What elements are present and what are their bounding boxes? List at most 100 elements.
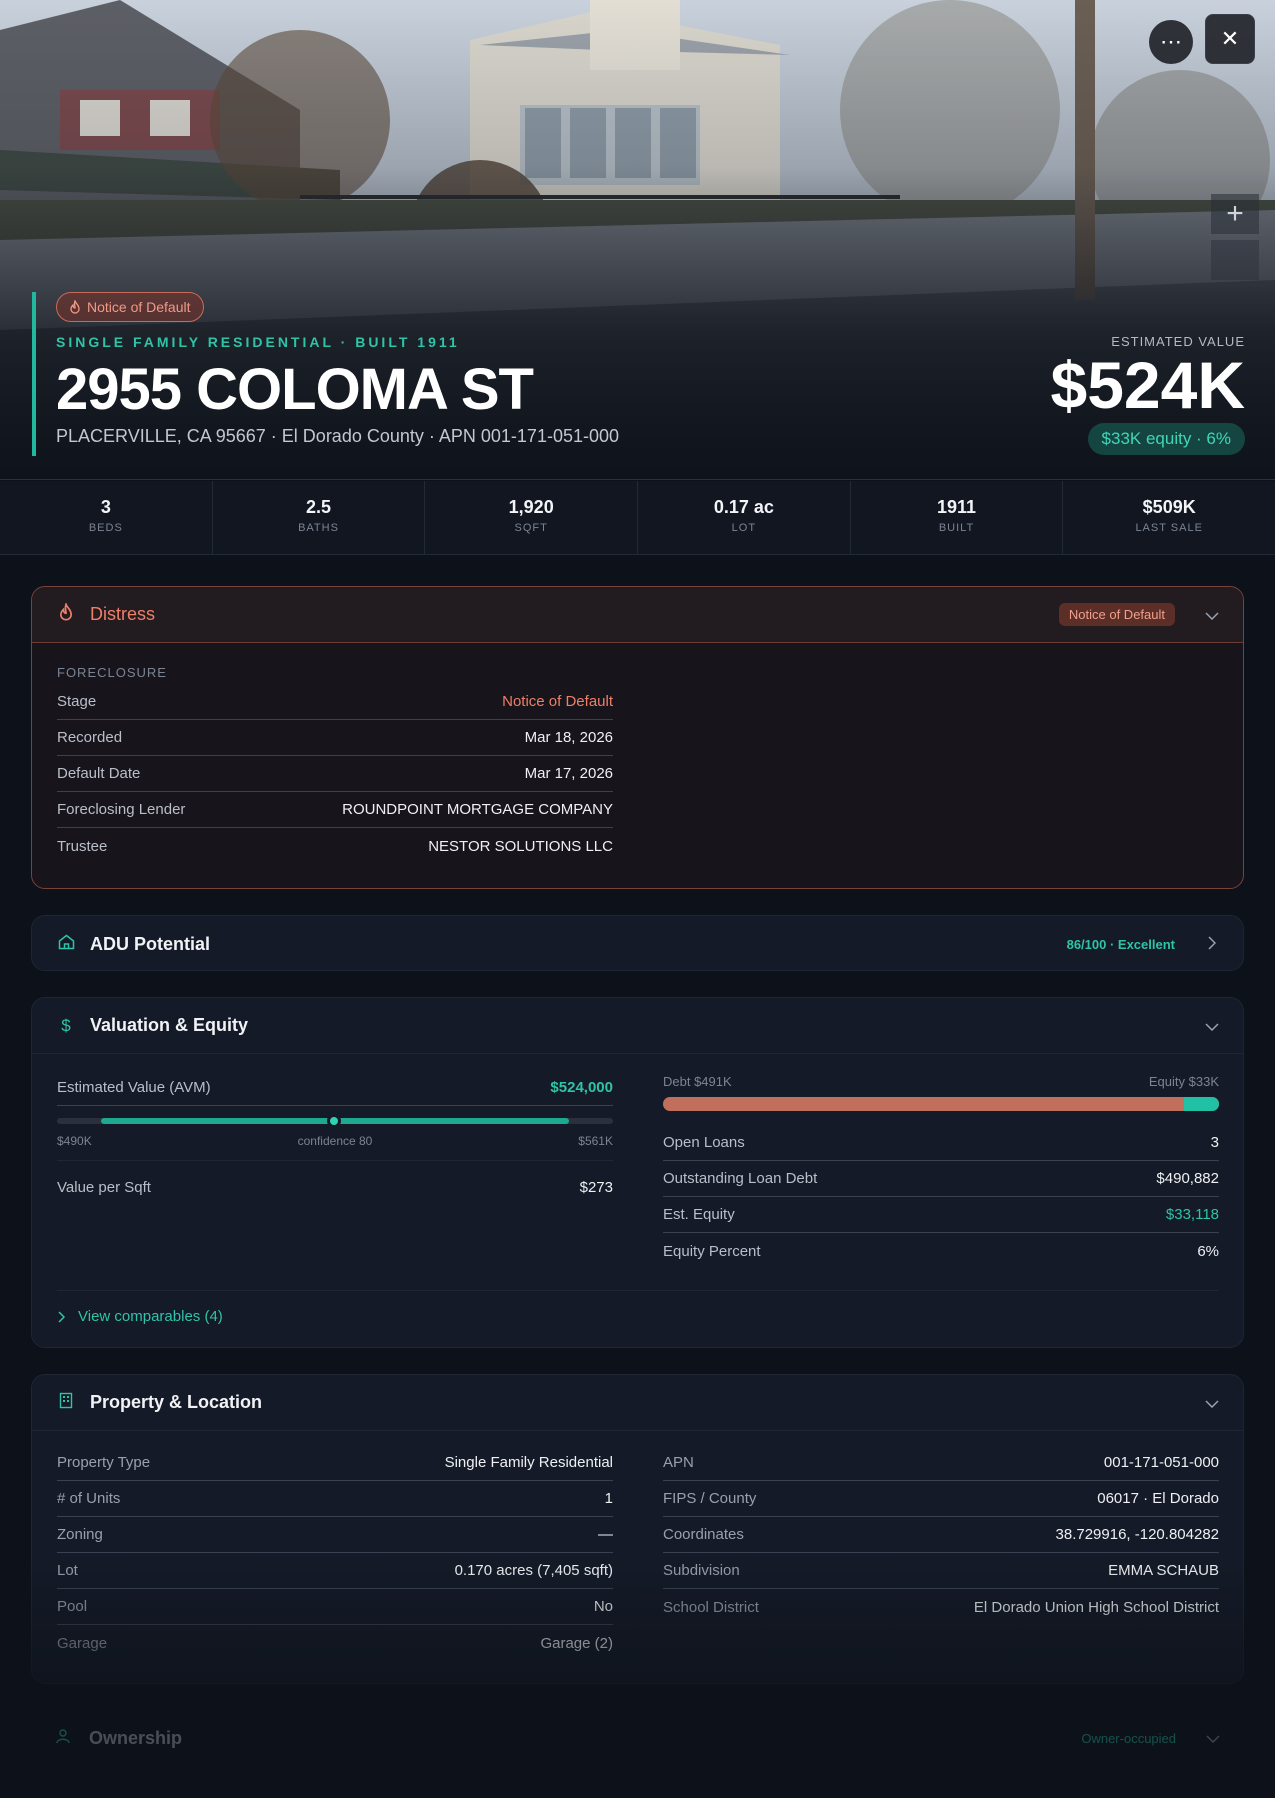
row-units: # of Units 1 [57, 1481, 613, 1517]
zoom-out-button[interactable] [1211, 240, 1259, 280]
row-value: 6% [1197, 1242, 1219, 1260]
chevron-down-icon[interactable] [1205, 607, 1219, 623]
row-key: Default Date [57, 765, 141, 782]
debt-equity-labels: Debt $491K Equity $33K [663, 1074, 1219, 1089]
chevron-down-icon[interactable] [1205, 1018, 1219, 1034]
equity-fill [1183, 1097, 1219, 1111]
row-fips-county: FIPS / County 06017 · El Dorado [663, 1481, 1219, 1517]
row-garage: Garage Garage (2) [57, 1625, 613, 1661]
valuation-header[interactable]: $ Valuation & Equity [32, 998, 1243, 1054]
row-trustee: Trustee NESTOR SOLUTIONS LLC [57, 828, 613, 864]
stat-label: LAST SALE [1135, 522, 1203, 534]
row-subdivision: Subdivision EMMA SCHAUB [663, 1553, 1219, 1589]
row-default-date: Default Date Mar 17, 2026 [57, 756, 613, 792]
zoom-in-button[interactable]: + [1211, 194, 1259, 234]
avm-confidence: confidence 80 [297, 1134, 373, 1148]
row-value: $33,118 [1165, 1206, 1219, 1223]
row-value: Garage (2) [540, 1634, 613, 1652]
ownership-title: Ownership [89, 1727, 183, 1748]
row-key: Lot [57, 1562, 78, 1579]
row-value: 1 [604, 1490, 613, 1507]
foreclosure-section: FORECLOSURE Stage Notice of Default Reco… [57, 665, 613, 864]
distress-header[interactable]: Distress Notice of Default [32, 587, 1243, 643]
row-key: Garage [57, 1634, 108, 1652]
dollar-icon: $ [61, 1015, 71, 1035]
stat-beds: 3 BEDS [0, 481, 213, 554]
chevron-right-icon[interactable] [1205, 935, 1219, 953]
property-header: Notice of Default SINGLE FAMILY RESIDENT… [32, 292, 619, 456]
chevron-down-icon[interactable] [1206, 1730, 1220, 1746]
stat-value: $509K [1142, 497, 1196, 517]
more-options-button[interactable]: ⋯ [1149, 20, 1193, 64]
estimated-value-block: ESTIMATED VALUE $524K $33K equity · 6% [1051, 334, 1245, 455]
row-pool: Pool No [57, 1589, 613, 1625]
row-value: 001-171-051-000 [1103, 1454, 1219, 1471]
row-equity-percent: Equity Percent 6% [663, 1233, 1219, 1269]
row-est-equity: Est. Equity $33,118 [663, 1197, 1219, 1233]
hero-street-view[interactable]: ⋯ ✕ + Notice of Default SINGLE FAMILY RE… [0, 0, 1275, 480]
stat-value: 1,920 [508, 497, 554, 517]
avm-low: $490K [57, 1134, 92, 1148]
row-outstanding-debt: Outstanding Loan Debt $490,882 [663, 1161, 1219, 1197]
stat-built: 1911 BUILT [851, 481, 1064, 554]
stat-last-sale: $509K LAST SALE [1063, 481, 1275, 554]
stat-value: 2.5 [305, 497, 332, 517]
more-icon: ⋯ [1160, 29, 1182, 54]
row-key: FIPS / County [663, 1490, 757, 1507]
row-recorded: Recorded Mar 18, 2026 [57, 720, 613, 756]
distress-badge: Notice of Default [1058, 603, 1175, 626]
distress-title: Distress [90, 604, 156, 624]
ownership-card[interactable]: Ownership Owner-occupied [31, 1710, 1244, 1766]
estimated-value-label: ESTIMATED VALUE [1111, 334, 1245, 349]
avm-scale: $490K confidence 80 $561K [57, 1134, 613, 1148]
row-value: 3 [1210, 1134, 1219, 1151]
row-key: Est. Equity [663, 1206, 735, 1223]
avm-column: Estimated Value (AVM) $524,000 $490K con… [57, 1070, 613, 1205]
row-value-per-sqft: Value per Sqft $273 [57, 1169, 613, 1205]
valuation-title: Valuation & Equity [90, 1015, 249, 1035]
foreclosure-label: FORECLOSURE [57, 665, 167, 680]
plus-icon: + [1226, 197, 1244, 230]
row-key: Zoning [57, 1526, 103, 1543]
property-address: 2955 COLOMA ST [56, 357, 534, 422]
stat-value: 0.17 ac [713, 497, 774, 517]
row-value: 0.170 acres (7,405 sqft) [454, 1562, 613, 1579]
stat-label: BATHS [298, 522, 339, 534]
close-button[interactable]: ✕ [1205, 14, 1255, 64]
row-key: Subdivision [663, 1562, 740, 1579]
property-left-column: Property Type Single Family Residential #… [57, 1445, 613, 1661]
row-key: APN [663, 1454, 694, 1471]
row-avm: Estimated Value (AVM) $524,000 [57, 1070, 613, 1106]
row-key: Equity Percent [663, 1242, 761, 1260]
adu-potential-card[interactable]: ADU Potential 86/100 · Excellent [31, 915, 1244, 971]
chevron-down-icon[interactable] [1205, 1395, 1219, 1411]
notice-of-default-pill: Notice of Default [56, 292, 204, 322]
stat-label: BEDS [88, 522, 123, 534]
row-school-district: School District El Dorado Union High Scho… [663, 1589, 1219, 1625]
ownership-tag: Owner-occupied [1081, 1730, 1176, 1746]
adu-score: 86/100 · Excellent [1066, 936, 1175, 952]
avm-marker [326, 1114, 341, 1128]
row-key: Stage [57, 693, 97, 710]
row-value: $524,000 [550, 1079, 613, 1096]
view-comparables-link[interactable]: View comparables (4) [58, 1308, 223, 1325]
row-value: $490,882 [1156, 1170, 1219, 1187]
property-subtitle: SINGLE FAMILY RESIDENTIAL · BUILT 1911 [56, 334, 460, 350]
building-icon [56, 1392, 76, 1414]
row-apn: APN 001-171-051-000 [663, 1445, 1219, 1481]
property-location: PLACERVILLE, CA 95667 · El Dorado County… [56, 426, 620, 446]
valuation-equity-card: $ Valuation & Equity Estimated Value (AV… [31, 997, 1244, 1348]
property-header[interactable]: Property & Location [32, 1375, 1243, 1431]
row-coordinates: Coordinates 38.729916, -120.804282 [663, 1517, 1219, 1553]
row-key: Foreclosing Lender [57, 801, 186, 818]
row-value: NESTOR SOLUTIONS LLC [428, 837, 613, 855]
avm-high: $561K [578, 1134, 613, 1148]
row-value: ROUNDPOINT MORTGAGE COMPANY [342, 801, 613, 818]
stat-sqft: 1,920 SQFT [425, 481, 639, 554]
adu-header[interactable]: ADU Potential 86/100 · Excellent [32, 916, 1243, 972]
row-key: Open Loans [663, 1134, 745, 1151]
row-key: Coordinates [663, 1526, 744, 1543]
close-icon: ✕ [1220, 26, 1240, 51]
debt-label: Debt $491K [663, 1074, 732, 1089]
stat-lot: 0.17 ac LOT [638, 481, 851, 554]
